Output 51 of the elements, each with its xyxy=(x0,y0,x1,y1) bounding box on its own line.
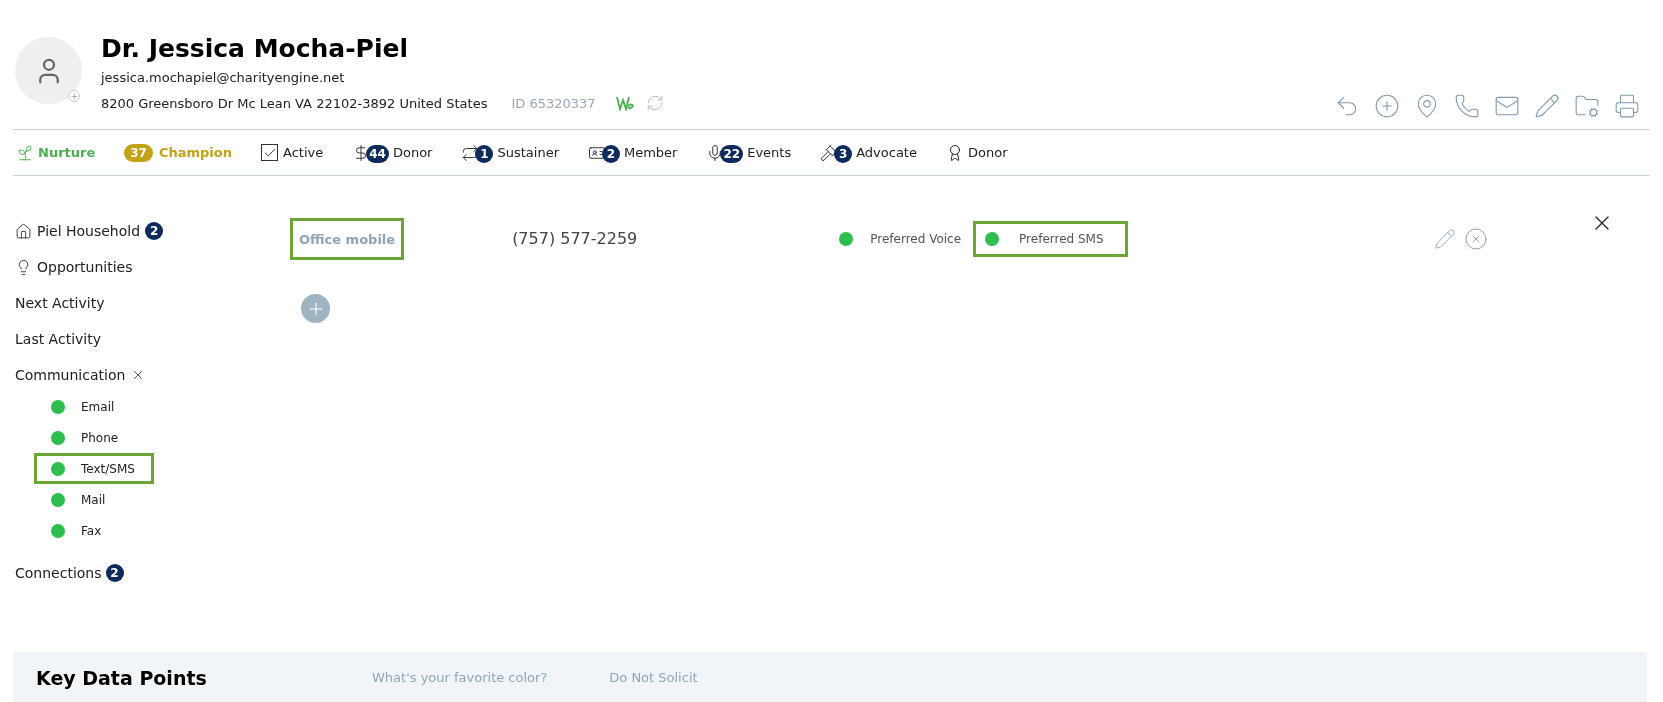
badge-label: Member xyxy=(624,143,678,162)
count-badge: 22 xyxy=(720,144,744,163)
count-badge: 37 xyxy=(124,143,153,162)
badge-label: Donor xyxy=(392,143,433,162)
channel-label[interactable]: Fax xyxy=(81,521,102,540)
channel-label[interactable]: Phone xyxy=(81,428,119,447)
badge-label: Sustainer xyxy=(497,143,559,162)
repeat-icon xyxy=(461,143,480,162)
sidebar-item[interactable]: Piel Household xyxy=(37,220,141,242)
pencil-icon[interactable] xyxy=(1433,228,1456,250)
badge-label: Nurture xyxy=(38,143,96,162)
phone-icon[interactable] xyxy=(1454,93,1480,119)
badge-label: Donor xyxy=(967,143,1008,162)
badge-label: Champion xyxy=(158,143,232,162)
count-badge: 2 xyxy=(105,564,124,582)
add-button[interactable] xyxy=(301,294,330,323)
add-photo-icon[interactable] xyxy=(68,90,80,102)
add-icon[interactable] xyxy=(1374,93,1400,119)
count-badge: 1 xyxy=(475,144,494,163)
count-badge: 3 xyxy=(834,144,853,163)
checkbox[interactable] xyxy=(261,144,278,161)
sidebar-item[interactable]: Next Activity xyxy=(15,293,290,313)
count-badge: 2 xyxy=(602,144,620,163)
sidebar-item[interactable]: Last Activity xyxy=(15,329,290,349)
panel-title: Key Data Points xyxy=(36,665,208,691)
we-logo-icon xyxy=(615,95,634,112)
sidebar-item[interactable]: Opportunities xyxy=(37,256,133,278)
badge-label: Events xyxy=(747,143,792,162)
house-icon xyxy=(15,222,32,240)
badge-label: Advocate xyxy=(856,143,917,162)
pencil-icon[interactable] xyxy=(1534,93,1560,119)
contact-address: 8200 Greensboro Dr Mc Lean VA 22102-3892 United States xyxy=(101,94,488,113)
contact-email: jessica.mochapiel@charityengine.net xyxy=(101,69,346,87)
sprout-icon xyxy=(16,143,34,162)
contact-id: ID 65320337 xyxy=(511,94,596,113)
count-badge: 44 xyxy=(366,144,389,163)
channel-label[interactable]: Mail xyxy=(81,490,106,509)
count-badge: 2 xyxy=(145,222,164,240)
channel-label[interactable]: Email xyxy=(81,397,115,416)
phone-number: (757) 577-2259 xyxy=(512,228,638,250)
preference-label: Preferred SMS xyxy=(1019,231,1104,248)
sidebar-item[interactable]: Connections xyxy=(15,562,102,584)
sidebar-item[interactable]: Communication xyxy=(15,364,126,386)
preference-label: Preferred Voice xyxy=(870,231,962,248)
folder-gear-icon[interactable] xyxy=(1574,93,1600,119)
channel-label[interactable]: Text/SMS xyxy=(81,459,135,478)
contact-name: Dr. Jessica Mocha-Piel xyxy=(101,33,410,65)
badge-label: Active xyxy=(283,143,324,162)
printer-icon[interactable] xyxy=(1614,93,1640,119)
refresh-icon[interactable] xyxy=(645,94,664,113)
remove-icon[interactable] xyxy=(1463,227,1488,251)
